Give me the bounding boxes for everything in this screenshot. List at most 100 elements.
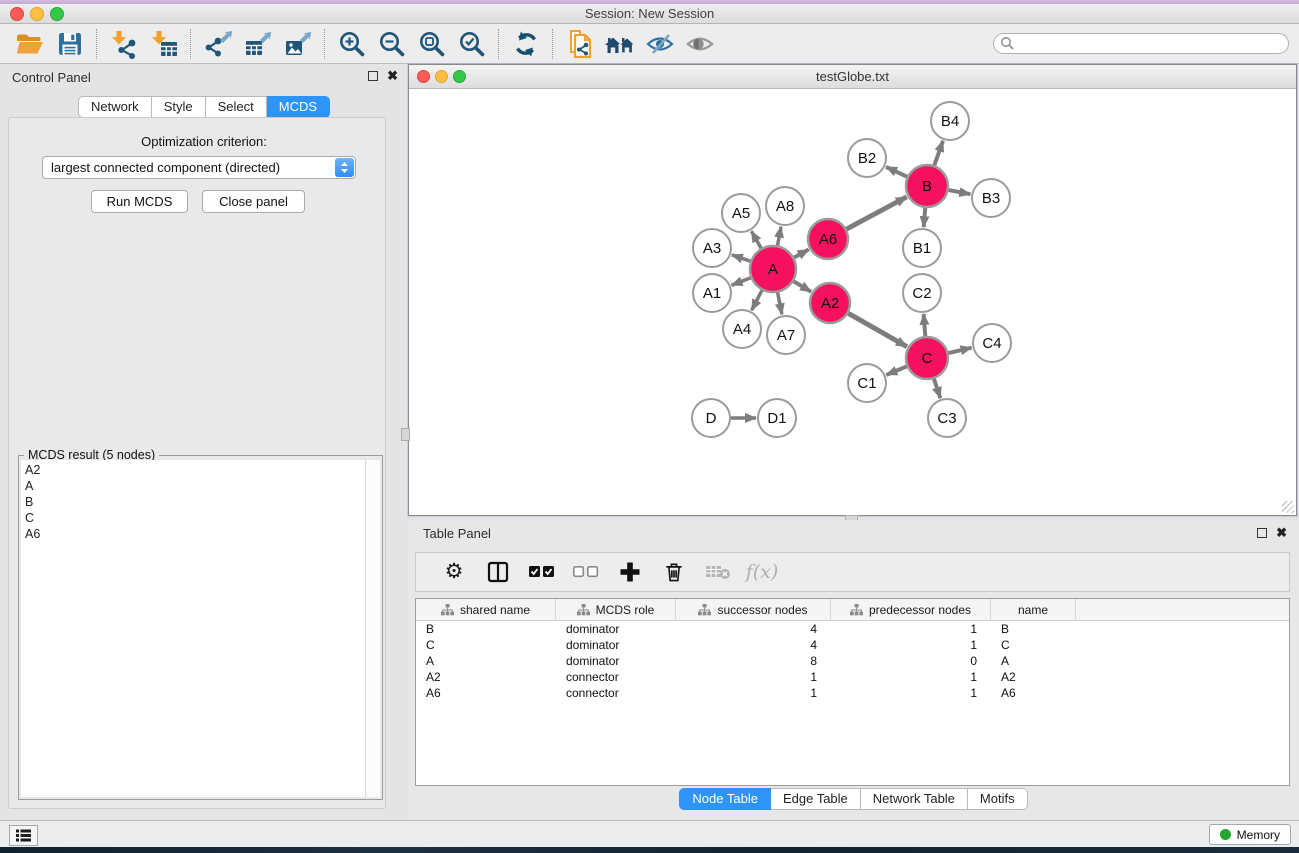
- table-row[interactable]: Adominator80A: [416, 653, 1289, 669]
- cell-name[interactable]: B: [991, 622, 1076, 636]
- node-A7[interactable]: A7: [767, 316, 805, 354]
- column-visibility-icon[interactable]: [476, 561, 520, 583]
- node-B2[interactable]: B2: [848, 139, 886, 177]
- cell-predecessor-nodes[interactable]: 1: [831, 670, 991, 684]
- network-window-titlebar[interactable]: testGlobe.txt: [409, 65, 1296, 89]
- export-image-icon[interactable]: [278, 27, 318, 61]
- node-A8[interactable]: A8: [766, 187, 804, 225]
- result-item[interactable]: B: [25, 494, 366, 510]
- edge-B-B4[interactable]: [934, 141, 943, 165]
- table-row[interactable]: A2connector11A2: [416, 669, 1289, 685]
- edge-A-A5[interactable]: [751, 231, 761, 248]
- close-panel-icon[interactable]: ✖: [387, 70, 398, 81]
- cell-mcds-role[interactable]: connector: [556, 670, 676, 684]
- edge-A-A6[interactable]: [794, 250, 809, 258]
- cell-mcds-role[interactable]: dominator: [556, 654, 676, 668]
- tab-network-table[interactable]: Network Table: [861, 788, 968, 810]
- select-all-icon[interactable]: [520, 566, 564, 578]
- close-panel-button[interactable]: Close panel: [202, 190, 305, 213]
- edge-B-B1[interactable]: [924, 208, 926, 227]
- zoom-selected-icon[interactable]: [452, 27, 492, 61]
- cell-shared-name[interactable]: B: [416, 622, 556, 636]
- resize-grip-icon[interactable]: [1282, 501, 1294, 513]
- new-network-from-selection-icon[interactable]: [560, 27, 600, 61]
- cell-shared-name[interactable]: A: [416, 654, 556, 668]
- node-B1[interactable]: B1: [903, 229, 941, 267]
- node-C2[interactable]: C2: [903, 274, 941, 312]
- app-titlebar[interactable]: Session: New Session: [0, 4, 1299, 24]
- search-input[interactable]: [993, 33, 1289, 54]
- cell-shared-name[interactable]: A6: [416, 686, 556, 700]
- column-header-mcds-role[interactable]: MCDS role: [556, 599, 676, 620]
- style-preview-icon[interactable]: [640, 27, 680, 61]
- edge-B-B3[interactable]: [949, 190, 971, 194]
- open-session-icon[interactable]: [10, 27, 50, 61]
- settings-gear-icon[interactable]: ⚙: [432, 562, 476, 582]
- node-C1[interactable]: C1: [848, 364, 886, 402]
- cell-successor-nodes[interactable]: 1: [676, 670, 831, 684]
- deselect-all-icon[interactable]: [564, 566, 608, 578]
- tab-motifs[interactable]: Motifs: [968, 788, 1028, 810]
- node-A6[interactable]: A6: [808, 219, 848, 259]
- cell-name[interactable]: A6: [991, 686, 1076, 700]
- cell-successor-nodes[interactable]: 8: [676, 654, 831, 668]
- node-A[interactable]: A: [750, 246, 796, 292]
- edge-A-A7[interactable]: [778, 293, 782, 315]
- cell-mcds-role[interactable]: connector: [556, 686, 676, 700]
- node-B4[interactable]: B4: [931, 102, 969, 140]
- cell-name[interactable]: A2: [991, 670, 1076, 684]
- cell-shared-name[interactable]: A2: [416, 670, 556, 684]
- cell-name[interactable]: A: [991, 654, 1076, 668]
- edge-C-C1[interactable]: [886, 366, 906, 374]
- function-builder-icon[interactable]: f(x): [740, 561, 784, 583]
- import-network-icon[interactable]: [104, 27, 144, 61]
- column-header-shared-name[interactable]: shared name: [416, 599, 556, 620]
- cell-predecessor-nodes[interactable]: 1: [831, 622, 991, 636]
- column-header-successor-nodes[interactable]: successor nodes: [676, 599, 831, 620]
- node-A5[interactable]: A5: [722, 194, 760, 232]
- tab-style[interactable]: Style: [152, 96, 206, 118]
- show-panels-button[interactable]: [9, 825, 38, 846]
- node-B3[interactable]: B3: [972, 179, 1010, 217]
- delete-table-icon[interactable]: [696, 563, 740, 581]
- float-panel-icon[interactable]: [1257, 528, 1267, 538]
- result-item[interactable]: C: [25, 510, 366, 526]
- cell-predecessor-nodes[interactable]: 1: [831, 686, 991, 700]
- cell-mcds-role[interactable]: dominator: [556, 622, 676, 636]
- export-network-icon[interactable]: [198, 27, 238, 61]
- node-A1[interactable]: A1: [693, 274, 731, 312]
- show-hide-graphics-icon[interactable]: [680, 27, 720, 61]
- tab-edge-table[interactable]: Edge Table: [771, 788, 861, 810]
- tab-network[interactable]: Network: [78, 96, 152, 118]
- result-scrollbar[interactable]: [365, 460, 380, 797]
- node-C[interactable]: C: [906, 337, 948, 379]
- node-A2[interactable]: A2: [810, 283, 850, 323]
- node-D[interactable]: D: [692, 399, 730, 437]
- cell-successor-nodes[interactable]: 4: [676, 622, 831, 636]
- edge-A2-C[interactable]: [848, 313, 907, 346]
- export-table-icon[interactable]: [238, 27, 278, 61]
- node-A4[interactable]: A4: [723, 310, 761, 348]
- table-row[interactable]: A6connector11A6: [416, 685, 1289, 701]
- edge-A-A8[interactable]: [777, 227, 781, 246]
- first-neighbors-icon[interactable]: [600, 27, 640, 61]
- edge-A-A4[interactable]: [752, 290, 762, 310]
- node-D1[interactable]: D1: [758, 399, 796, 437]
- table-row[interactable]: Cdominator41C: [416, 637, 1289, 653]
- cell-name[interactable]: C: [991, 638, 1076, 652]
- cell-shared-name[interactable]: C: [416, 638, 556, 652]
- delete-columns-icon[interactable]: [652, 560, 696, 584]
- cell-mcds-role[interactable]: dominator: [556, 638, 676, 652]
- mcds-result-list[interactable]: A2ABCA6: [21, 460, 366, 797]
- edge-C-C3[interactable]: [934, 379, 940, 398]
- cell-successor-nodes[interactable]: 4: [676, 638, 831, 652]
- criterion-select[interactable]: largest connected component (directed): [42, 156, 356, 179]
- node-table[interactable]: shared nameMCDS rolesuccessor nodesprede…: [415, 598, 1290, 786]
- node-B[interactable]: B: [906, 165, 948, 207]
- node-C4[interactable]: C4: [973, 324, 1011, 362]
- cell-predecessor-nodes[interactable]: 0: [831, 654, 991, 668]
- node-A3[interactable]: A3: [693, 229, 731, 267]
- node-C3[interactable]: C3: [928, 399, 966, 437]
- cell-successor-nodes[interactable]: 1: [676, 686, 831, 700]
- edge-A-A1[interactable]: [732, 278, 751, 286]
